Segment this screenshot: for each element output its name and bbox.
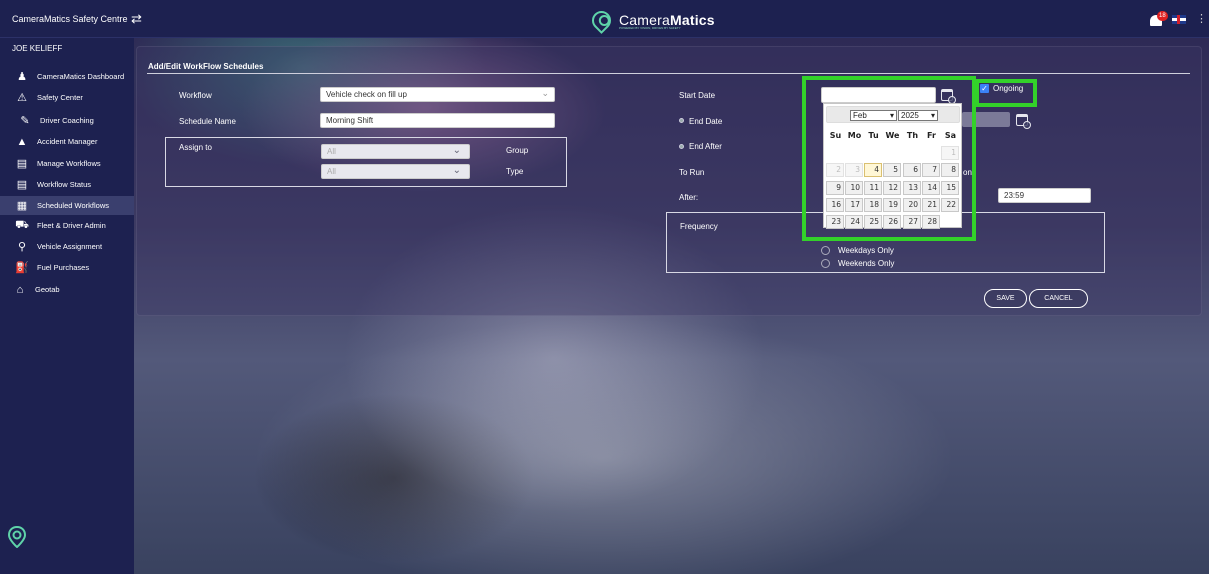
weekends-label: Weekends Only <box>838 259 895 268</box>
sidebar-item-dashboard[interactable]: ♟ CameraMatics Dashboard <box>0 67 134 86</box>
sidebar-item-label: Workflow Status <box>37 180 92 189</box>
save-button[interactable]: SAVE <box>984 289 1027 308</box>
assignment-icon: ⚲ <box>17 241 27 253</box>
assign-to-label: Assign to <box>179 143 212 152</box>
sidebar-item-accident-manager[interactable]: ▲ Accident Manager <box>0 132 134 151</box>
end-date-calendar-icon[interactable] <box>1016 114 1031 129</box>
sidebar-item-label: CameraMatics Dashboard <box>37 72 125 81</box>
after-label: After: <box>679 193 699 202</box>
weekends-radio[interactable] <box>821 259 830 268</box>
sidebar-item-label: Geotab <box>35 285 60 294</box>
clipboard-icon: ▤ <box>16 158 28 170</box>
warning-icon: ▲ <box>16 135 28 148</box>
sidebar-item-workflow-status[interactable]: ▤ Workflow Status <box>0 175 134 194</box>
weekdays-radio[interactable] <box>821 246 830 255</box>
sidebar-item-driver-coaching[interactable]: ✎ Driver Coaching <box>0 111 134 130</box>
sidebar-item-label: Fuel Purchases <box>37 263 90 272</box>
sidebar-item-label: Fleet & Driver Admin <box>37 221 106 230</box>
after-time-input[interactable]: 23:59 <box>998 188 1091 203</box>
end-after-radio[interactable] <box>679 144 684 149</box>
start-date-label: Start Date <box>679 91 716 100</box>
top-bar: CameraMatics Safety Centre ⇄ CameraMatic… <box>0 0 1209 38</box>
sidebar-item-fleet-driver-admin[interactable]: ⛟ Fleet & Driver Admin <box>0 216 134 235</box>
geotab-icon: ⌂ <box>16 283 24 296</box>
type-select[interactable]: All <box>321 164 470 179</box>
sidebar-item-label: Safety Center <box>37 93 83 102</box>
weekdays-label: Weekdays Only <box>838 246 894 255</box>
brand-pin-icon <box>8 526 26 548</box>
clipboard-icon: ▤ <box>16 179 28 191</box>
title-divider <box>147 73 1190 74</box>
sidebar-item-manage-workflows[interactable]: ▤ Manage Workflows <box>0 154 134 173</box>
highlight-ongoing <box>975 79 1037 107</box>
workflow-select[interactable]: Vehicle check on fill up <box>320 87 555 102</box>
sidebar-item-label: Accident Manager <box>37 137 98 146</box>
sidebar-item-label: Driver Coaching <box>40 116 94 125</box>
more-menu-icon[interactable]: ⋮ <box>1196 12 1207 25</box>
schedule-icon: ▦ <box>16 200 28 212</box>
sidebar-toggle-icon[interactable]: ⇄ <box>131 11 142 27</box>
person-icon: ♟ <box>17 71 27 83</box>
logo: CameraMatics POWERED BY VISION, DRIVEN B… <box>588 6 715 34</box>
schedule-name-label: Schedule Name <box>179 117 236 126</box>
page-title: Add/Edit WorkFlow Schedules <box>148 62 264 71</box>
to-run-label: To Run <box>679 168 705 177</box>
logo-pin-icon <box>588 6 615 34</box>
warning-outline-icon: ⚠ <box>17 92 27 104</box>
car-icon: ⛟ <box>15 218 29 231</box>
frequency-label: Frequency <box>680 222 718 231</box>
end-date-radio[interactable] <box>679 118 684 123</box>
sidebar-item-label: Scheduled Workflows <box>37 201 109 210</box>
logo-tagline: POWERED BY VISION, DRIVEN BY SAFETY <box>619 26 681 30</box>
group-select[interactable]: All <box>321 144 470 159</box>
end-date-label: End Date <box>689 117 723 126</box>
type-label: Type <box>506 167 524 176</box>
highlight-start-date <box>802 76 976 241</box>
cancel-button[interactable]: CANCEL <box>1029 289 1088 308</box>
sidebar-item-safety-center[interactable]: ⚠ Safety Center <box>0 88 134 107</box>
sidebar-item-fuel-purchases[interactable]: ⛽ Fuel Purchases <box>0 258 134 277</box>
sidebar-item-label: Manage Workflows <box>37 159 101 168</box>
user-name[interactable]: JOE KELIEFF <box>12 44 62 53</box>
notifications-bell-icon[interactable]: 18 <box>1148 11 1168 28</box>
sidebar: JOE KELIEFF ♟ CameraMatics Dashboard ⚠ S… <box>0 38 134 574</box>
app-title[interactable]: CameraMatics Safety Centre <box>12 14 128 24</box>
sidebar-item-scheduled-workflows[interactable]: ▦ Scheduled Workflows <box>0 196 134 215</box>
schedule-name-input[interactable]: Morning Shift <box>320 113 555 128</box>
notification-badge: 18 <box>1157 11 1168 21</box>
group-label: Group <box>506 146 529 155</box>
uk-flag-icon[interactable] <box>1172 15 1186 24</box>
coaching-icon: ✎ <box>20 115 30 127</box>
end-after-label: End After <box>689 142 722 151</box>
sidebar-item-vehicle-assignment[interactable]: ⚲ Vehicle Assignment <box>0 237 134 256</box>
sidebar-item-geotab[interactable]: ⌂ Geotab <box>0 280 134 299</box>
sidebar-item-label: Vehicle Assignment <box>37 242 103 251</box>
fuel-icon: ⛽ <box>15 262 29 274</box>
workflow-label: Workflow <box>179 91 212 100</box>
